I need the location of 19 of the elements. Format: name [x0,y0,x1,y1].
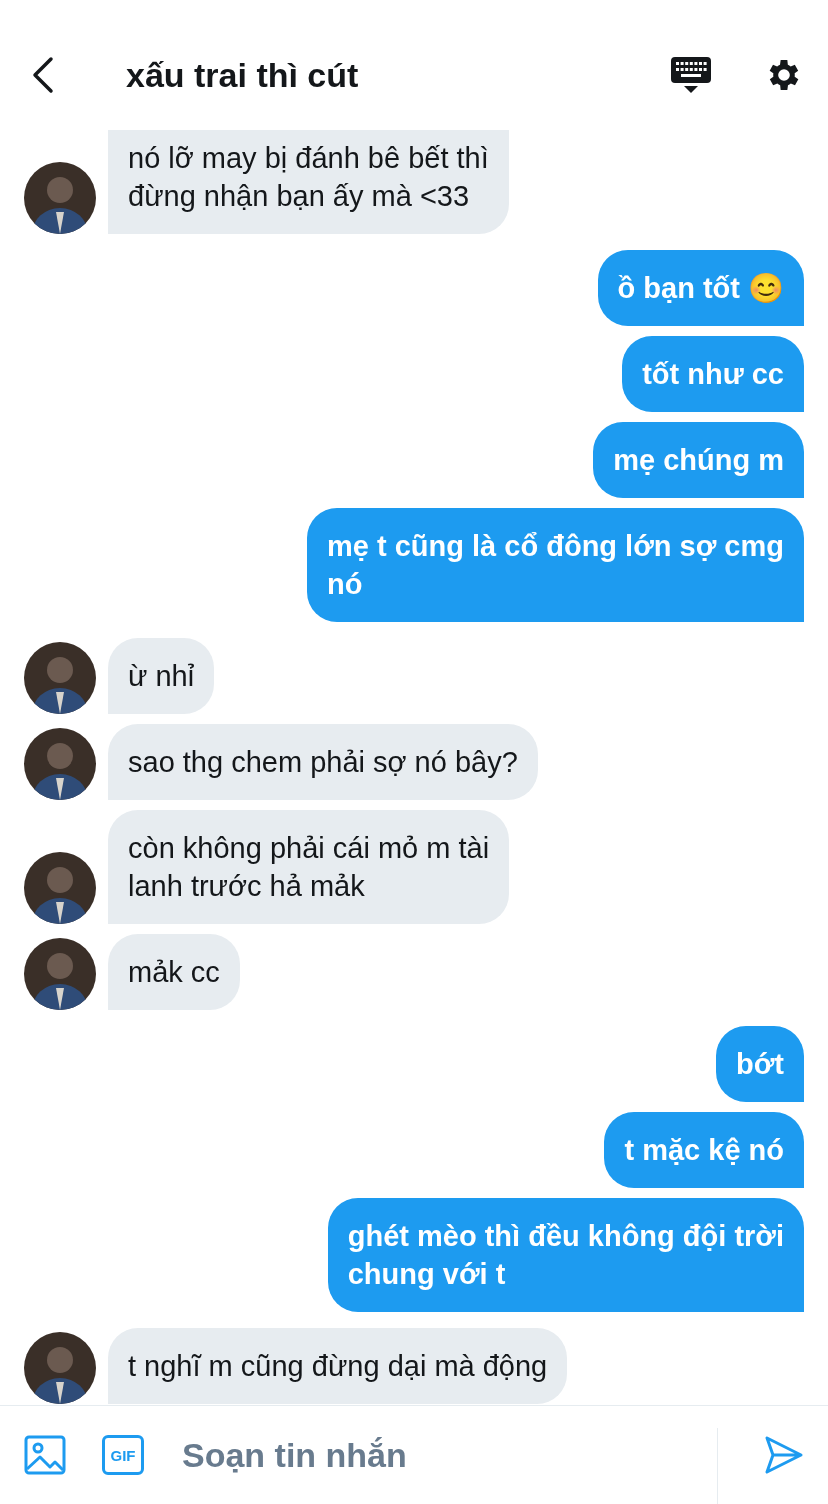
image-icon[interactable] [24,1435,66,1475]
conversation-title: xấu trai thì cút [126,55,360,95]
message-bubble: mẹ t cũng là cổ đông lớn sợ cmg nó [307,508,804,622]
message-bubble: ồ bạn tốt 😊 [597,250,804,326]
message-bubble: ghét mèo thì đều không đội trời chung với t [327,1198,804,1312]
message-bubble: nó lỡ may bị đánh bê bết thì đừng nhận bạn ấy mà <33 [108,130,509,234]
gif-button[interactable]: GIF [102,1435,144,1475]
message-bubble: mẹ chúng m [593,422,804,498]
message-bubble: ừ nhỉ [108,638,215,714]
message-input[interactable]: Soạn tin nhắn [180,1424,717,1486]
message-bubble: t mặc kệ nó [604,1112,804,1188]
message-bubble: tốt như cc [622,336,804,412]
send-icon[interactable] [764,1435,804,1475]
message-bubble: bớt [716,1026,804,1102]
keyboard-icon[interactable] [670,55,712,95]
message-bubble: mảk cc [108,934,240,1010]
message-bubble: t nghĩ m cũng đừng dại mà động [108,1328,568,1404]
message-bubble: còn không phải cái mỏ m tài lanh trước hả mảk [108,810,510,924]
message-bubble: sao thg chem phải sợ nó bây? [108,724,538,800]
